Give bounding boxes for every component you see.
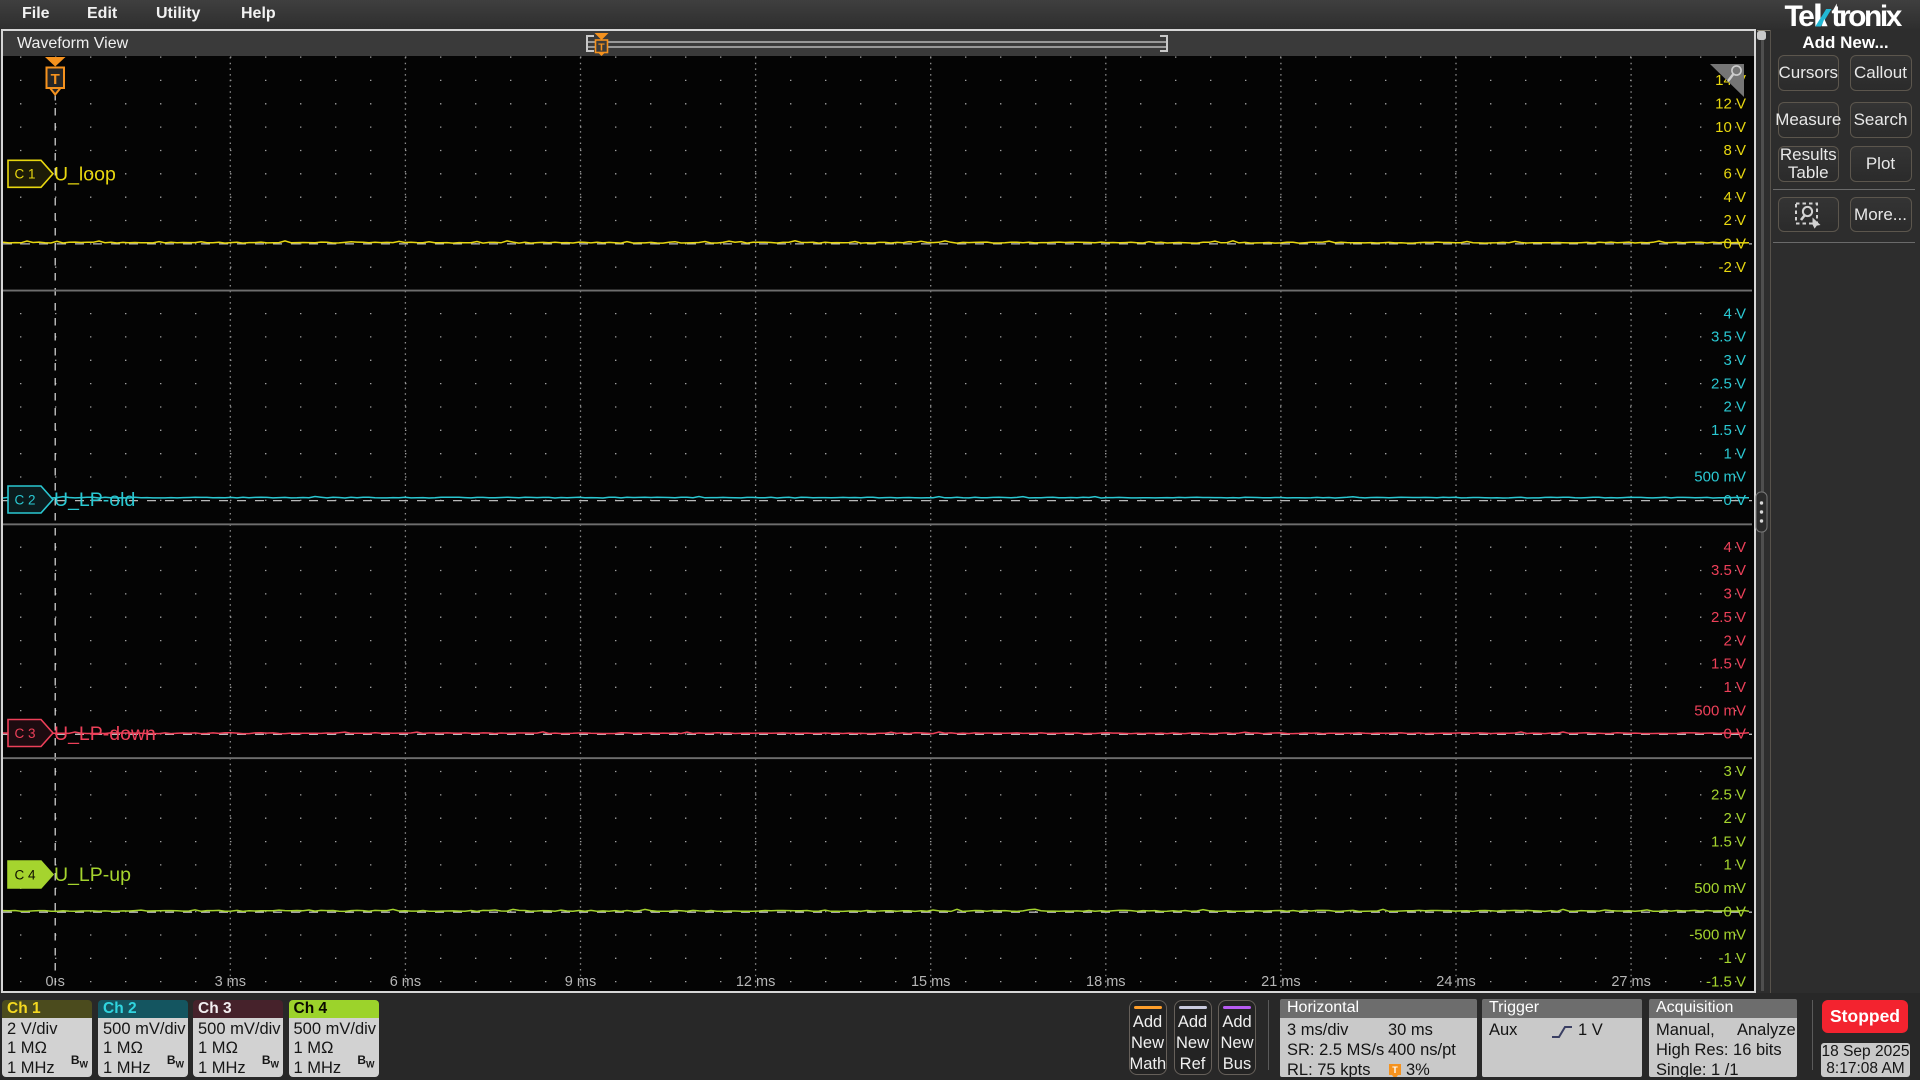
svg-text:3.5 V: 3.5 V (1711, 329, 1746, 346)
svg-text:T: T (598, 42, 605, 54)
svg-text:1.5 V: 1.5 V (1711, 422, 1746, 439)
svg-text:6 ms: 6 ms (390, 974, 421, 990)
svg-text:3.5 V: 3.5 V (1711, 562, 1746, 579)
svg-text:Te: Te (1785, 0, 1815, 30)
svg-text:1.5 V: 1.5 V (1711, 833, 1746, 850)
svg-text:-1 V: -1 V (1718, 950, 1746, 967)
svg-text:10 V: 10 V (1715, 119, 1746, 136)
svg-text:C 1: C 1 (14, 167, 35, 182)
svg-text:6 V: 6 V (1723, 166, 1746, 183)
svg-text:1.5 V: 1.5 V (1711, 656, 1746, 673)
svg-text:C 2: C 2 (14, 492, 35, 507)
svg-text:15 ms: 15 ms (911, 974, 951, 990)
svg-text:1 V: 1 V (1723, 857, 1746, 874)
svg-text:27 ms: 27 ms (1611, 974, 1651, 990)
svg-text:U_LP-down: U_LP-down (54, 723, 156, 745)
svg-text:C 4: C 4 (14, 867, 36, 882)
svg-text:12 ms: 12 ms (736, 974, 776, 990)
svg-text:C 3: C 3 (14, 726, 35, 741)
svg-text:0 V: 0 V (1723, 726, 1746, 743)
svg-text:24 ms: 24 ms (1436, 974, 1476, 990)
svg-text:-500 mV: -500 mV (1689, 927, 1746, 944)
svg-text:500 mV: 500 mV (1694, 702, 1746, 719)
svg-text:2 V: 2 V (1723, 212, 1746, 229)
svg-text:T: T (51, 71, 60, 88)
svg-text:3 V: 3 V (1723, 763, 1746, 780)
svg-text:1 V: 1 V (1723, 445, 1746, 462)
svg-text:2 V: 2 V (1723, 399, 1746, 416)
svg-text:9 ms: 9 ms (565, 974, 596, 990)
svg-text:4 V: 4 V (1723, 305, 1746, 322)
svg-text:U_LP-up: U_LP-up (54, 864, 131, 886)
svg-text:18 ms: 18 ms (1086, 974, 1126, 990)
svg-text:8 V: 8 V (1723, 142, 1746, 159)
svg-text:-1.5 V: -1.5 V (1706, 973, 1746, 990)
svg-text:0 s: 0 s (46, 974, 65, 990)
svg-text:-2 V: -2 V (1718, 259, 1746, 276)
svg-text:0 V: 0 V (1723, 236, 1746, 253)
svg-text:3 V: 3 V (1723, 352, 1746, 369)
svg-text:4 V: 4 V (1723, 539, 1746, 556)
svg-text:21 ms: 21 ms (1261, 974, 1301, 990)
svg-text:0 V: 0 V (1723, 492, 1746, 509)
svg-text:2 V: 2 V (1723, 810, 1746, 827)
svg-text:3 V: 3 V (1723, 586, 1746, 603)
svg-text:3 ms: 3 ms (215, 974, 246, 990)
svg-text:2.5 V: 2.5 V (1711, 787, 1746, 804)
svg-text:T: T (1392, 1065, 1398, 1075)
svg-text:12 V: 12 V (1715, 96, 1746, 113)
svg-text:U_LP-old: U_LP-old (54, 489, 135, 511)
svg-text:2.5 V: 2.5 V (1711, 375, 1746, 392)
svg-text:1 V: 1 V (1723, 679, 1746, 696)
svg-text:2 V: 2 V (1723, 632, 1746, 649)
svg-text:500 mV: 500 mV (1694, 469, 1746, 486)
svg-text:0 V: 0 V (1723, 903, 1746, 920)
svg-text:U_loop: U_loop (54, 164, 116, 186)
svg-text:tronix: tronix (1832, 0, 1903, 30)
svg-text:4 V: 4 V (1723, 189, 1746, 206)
svg-text:2.5 V: 2.5 V (1711, 609, 1746, 626)
svg-text:500 mV: 500 mV (1694, 880, 1746, 897)
